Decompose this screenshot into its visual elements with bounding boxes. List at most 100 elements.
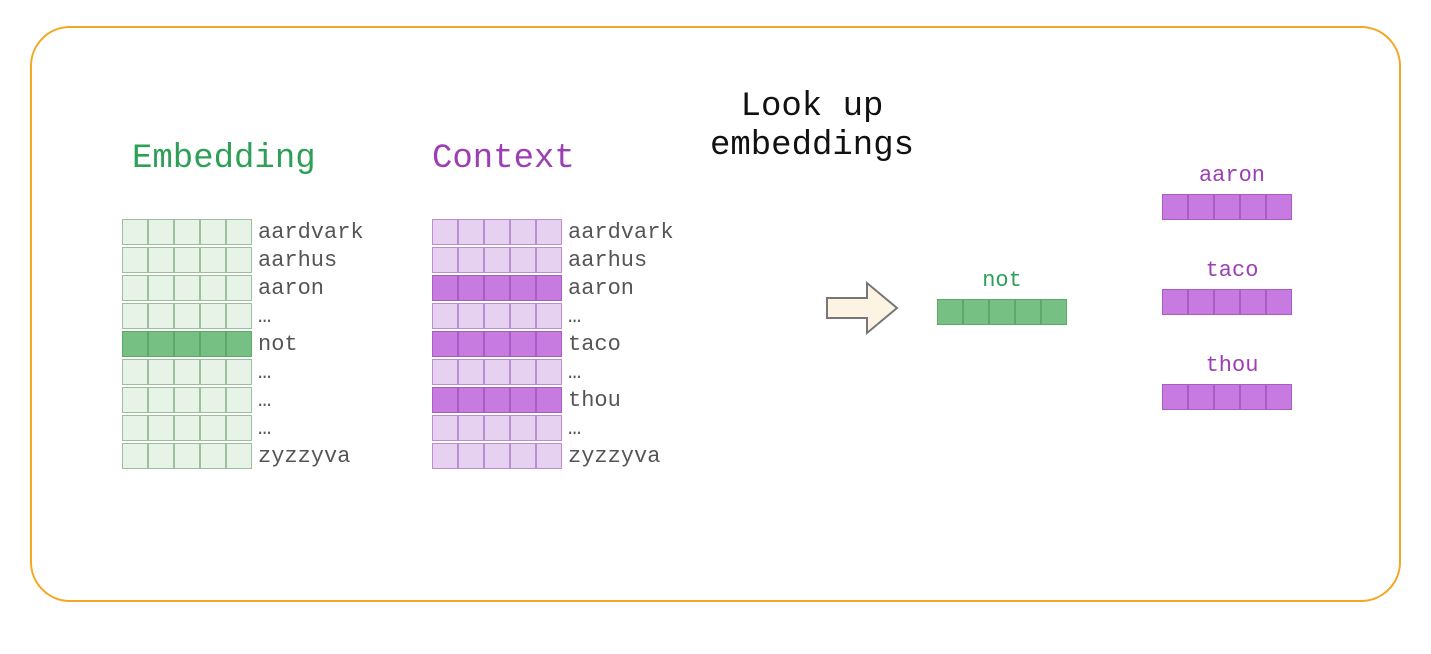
context-vector-block: thou <box>1162 353 1302 410</box>
matrix-cell <box>432 387 458 413</box>
matrix-row: aardvark <box>122 218 364 246</box>
lookup-title-line1: Look up <box>682 88 942 127</box>
matrix-cell <box>510 387 536 413</box>
matrix-cell <box>226 219 252 245</box>
matrix-cell <box>226 303 252 329</box>
matrix-row-label: aaron <box>568 276 634 301</box>
matrix-cell <box>174 387 200 413</box>
matrix-row: … <box>122 302 364 330</box>
vector-cell <box>1188 289 1214 315</box>
matrix-cell <box>458 415 484 441</box>
matrix-cell <box>200 443 226 469</box>
matrix-cell <box>484 415 510 441</box>
matrix-row: … <box>432 302 674 330</box>
matrix-cell <box>174 415 200 441</box>
matrix-cell <box>200 359 226 385</box>
matrix-cells <box>432 275 562 301</box>
matrix-cell <box>148 247 174 273</box>
diagram-frame: Embedding Context Look up embeddings aar… <box>30 26 1401 602</box>
matrix-cell <box>510 415 536 441</box>
matrix-cell <box>432 303 458 329</box>
matrix-cell <box>510 359 536 385</box>
vector-cell <box>1266 384 1292 410</box>
context-vector <box>1162 289 1302 315</box>
matrix-row-label: … <box>258 416 271 441</box>
target-vector-label: not <box>937 268 1067 293</box>
matrix-row-label: not <box>258 332 298 357</box>
matrix-row: zyzzyva <box>122 442 364 470</box>
matrix-cells <box>122 359 252 385</box>
matrix-row: thou <box>432 386 674 414</box>
arrow-icon <box>822 278 902 338</box>
matrix-cell <box>484 219 510 245</box>
matrix-cells <box>122 387 252 413</box>
matrix-cell <box>200 303 226 329</box>
matrix-cell <box>174 331 200 357</box>
matrix-cell <box>432 331 458 357</box>
matrix-cell <box>536 275 562 301</box>
matrix-cell <box>432 359 458 385</box>
matrix-row: aaron <box>432 274 674 302</box>
matrix-cell <box>148 219 174 245</box>
matrix-row-label: … <box>258 360 271 385</box>
matrix-cell <box>174 219 200 245</box>
matrix-cell <box>200 387 226 413</box>
matrix-cell <box>510 303 536 329</box>
matrix-row-label: aardvark <box>568 220 674 245</box>
matrix-cell <box>122 415 148 441</box>
matrix-cell <box>432 219 458 245</box>
matrix-row-label: … <box>258 388 271 413</box>
matrix-cell <box>122 247 148 273</box>
matrix-cell <box>484 275 510 301</box>
vector-cell <box>1015 299 1041 325</box>
matrix-cell <box>484 331 510 357</box>
embedding-matrix: aardvarkaarhusaaron…not………zyzzyva <box>122 218 364 470</box>
matrix-cell <box>484 387 510 413</box>
matrix-cell <box>174 247 200 273</box>
context-vector-label: aaron <box>1162 163 1302 188</box>
vector-cell <box>1214 384 1240 410</box>
matrix-cell <box>148 415 174 441</box>
matrix-cell <box>432 415 458 441</box>
matrix-cell <box>122 275 148 301</box>
matrix-cell <box>148 387 174 413</box>
matrix-cell <box>536 331 562 357</box>
matrix-cells <box>432 443 562 469</box>
matrix-row-label: … <box>258 304 271 329</box>
matrix-cell <box>226 275 252 301</box>
embedding-title: Embedding <box>132 140 316 178</box>
matrix-cell <box>122 331 148 357</box>
matrix-cell <box>174 443 200 469</box>
vector-cell <box>1162 384 1188 410</box>
matrix-row-label: aardvark <box>258 220 364 245</box>
target-vector-block: not <box>937 268 1067 325</box>
matrix-cell <box>432 247 458 273</box>
matrix-cells <box>122 303 252 329</box>
matrix-cells <box>122 415 252 441</box>
vector-cell <box>1214 289 1240 315</box>
matrix-row-label: … <box>568 416 581 441</box>
context-title: Context <box>432 140 575 178</box>
context-vector-label: thou <box>1162 353 1302 378</box>
matrix-cell <box>536 247 562 273</box>
matrix-cell <box>226 247 252 273</box>
matrix-cell <box>174 275 200 301</box>
matrix-cell <box>458 443 484 469</box>
matrix-cell <box>148 303 174 329</box>
matrix-cells <box>432 331 562 357</box>
matrix-cell <box>536 415 562 441</box>
lookup-title: Look up embeddings <box>682 88 942 166</box>
matrix-cell <box>148 359 174 385</box>
matrix-cell <box>122 303 148 329</box>
matrix-cell <box>122 387 148 413</box>
matrix-cells <box>432 247 562 273</box>
matrix-cell <box>536 387 562 413</box>
vector-cell <box>1188 384 1214 410</box>
context-vector-block: taco <box>1162 258 1302 315</box>
matrix-cell <box>458 275 484 301</box>
matrix-cell <box>122 219 148 245</box>
vector-cell <box>1240 194 1266 220</box>
vector-cell <box>989 299 1015 325</box>
matrix-row-label: … <box>568 304 581 329</box>
matrix-row: not <box>122 330 364 358</box>
